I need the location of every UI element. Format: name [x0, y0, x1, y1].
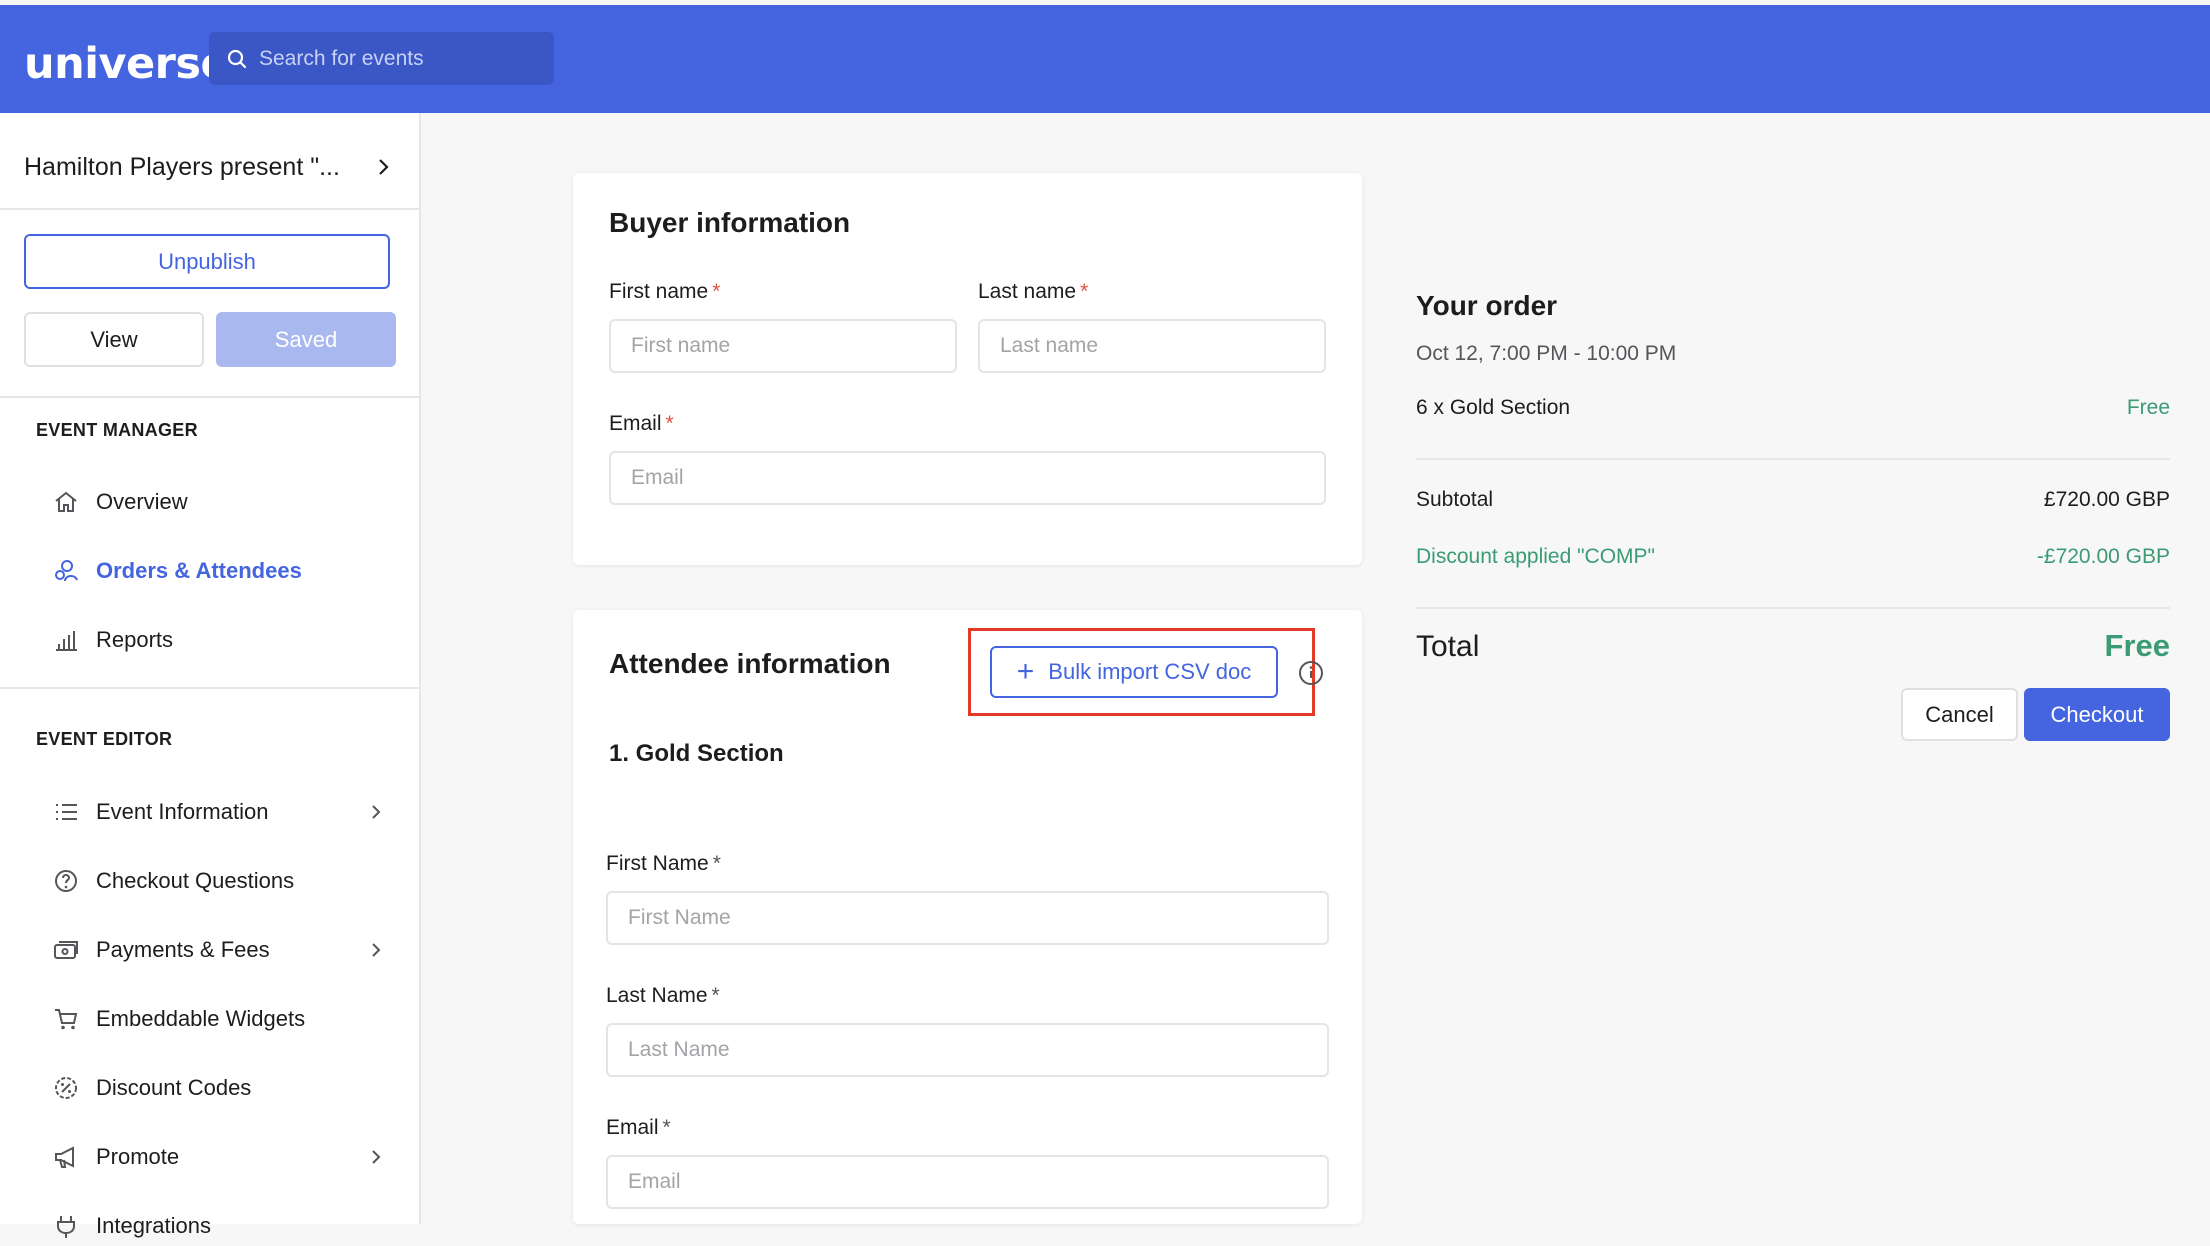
chevron-right-icon [372, 1150, 381, 1164]
chevron-right-icon [372, 943, 381, 957]
payment-icon [52, 936, 80, 964]
label-text: First Name [606, 852, 709, 875]
saved-button[interactable]: Saved [216, 312, 396, 367]
nav-item-label: Checkout Questions [96, 868, 295, 893]
divider [0, 687, 419, 689]
buyer-first-name-label: First name * [609, 280, 720, 304]
gold-section-title: 1. Gold Section [609, 740, 784, 767]
total-value: Free [2104, 628, 2170, 663]
nav-item-payments-fees[interactable]: Payments & Fees [52, 930, 392, 970]
view-button[interactable]: View [24, 312, 204, 367]
buyer-last-name-input[interactable] [978, 319, 1326, 373]
nav-item-overview[interactable]: Overview [52, 482, 392, 522]
top-bar: universe [0, 5, 2210, 113]
unpublish-button[interactable]: Unpublish [24, 234, 390, 289]
event-title-text: Hamilton Players present "... [24, 153, 340, 181]
buyer-first-name-input[interactable] [609, 319, 957, 373]
chevron-right-icon [379, 159, 389, 175]
total-label: Total [1416, 630, 1480, 663]
attendees-icon [52, 557, 80, 585]
nav-item-label: Integrations [96, 1213, 211, 1238]
search-input[interactable] [259, 32, 539, 85]
label-text: Email [609, 412, 662, 435]
required-mark: * [712, 852, 721, 875]
discount-icon [52, 1074, 80, 1102]
buyer-email-input[interactable] [609, 451, 1326, 505]
nav-item-label: Payments & Fees [96, 937, 270, 962]
divider [0, 396, 419, 398]
nav-item-label: Discount Codes [96, 1075, 252, 1100]
label-text: Last Name [606, 984, 708, 1007]
megaphone-icon [52, 1143, 80, 1171]
bulk-import-csv-button[interactable]: + Bulk import CSV doc [990, 646, 1278, 698]
order-item-row: 6 x Gold Section Free [1416, 396, 2170, 420]
plug-icon [52, 1212, 80, 1240]
required-mark: * [712, 280, 721, 303]
nav-item-checkout-questions[interactable]: Checkout Questions [52, 861, 392, 901]
label-text: Last name [978, 280, 1077, 303]
list-icon [52, 798, 80, 826]
required-mark: * [662, 1116, 671, 1139]
buyer-information-card: Buyer information First name* Last name*… [573, 173, 1362, 565]
buyer-email-label: Email * [609, 412, 674, 436]
nav-item-discount-codes[interactable]: Discount Codes [52, 1068, 392, 1108]
nav-item-embeddable-widgets[interactable]: Embeddable Widgets [52, 999, 392, 1039]
attendee-first-name-label: First Name * [606, 852, 721, 876]
event-title-link[interactable]: Hamilton Players present "... [24, 153, 394, 182]
universe-logo[interactable]: universe [24, 39, 230, 89]
home-icon [52, 488, 80, 516]
event-editor-heading: EVENT EDITOR [36, 729, 173, 749]
your-order-title: Your order [1416, 290, 1558, 321]
nav-item-label: Overview [96, 489, 188, 514]
label-text: First name [609, 280, 709, 303]
subtotal-label: Subtotal [1416, 488, 1494, 511]
bar-chart-icon [52, 626, 80, 654]
divider [1416, 458, 2170, 460]
attendee-last-name-label: Last Name * [606, 984, 720, 1008]
discount-row: Discount applied "COMP" -£720.00 GBP [1416, 545, 2170, 569]
nav-item-promote[interactable]: Promote [52, 1137, 392, 1177]
nav-item-integrations[interactable]: Integrations [52, 1206, 392, 1246]
nav-item-label: Event Information [96, 799, 269, 824]
question-icon [52, 867, 80, 895]
cancel-button[interactable]: Cancel [1901, 688, 2018, 741]
subtotal-value: £720.00 GBP [2043, 488, 2170, 511]
attendee-first-name-input[interactable] [606, 891, 1329, 945]
order-date: Oct 12, 7:00 PM - 10:00 PM [1416, 342, 1677, 365]
search-icon [227, 49, 247, 69]
discount-value: -£720.00 GBP [2036, 545, 2170, 568]
buyer-information-title: Buyer information [609, 207, 851, 238]
event-manager-heading: EVENT MANAGER [36, 420, 198, 440]
subtotal-row: Subtotal £720.00 GBP [1416, 488, 2170, 512]
discount-label: Discount applied "COMP" [1416, 545, 1656, 568]
attendee-email-input[interactable] [606, 1155, 1329, 1209]
search-box[interactable] [209, 32, 554, 85]
nav-item-label: Reports [96, 627, 174, 652]
required-mark: * [1080, 280, 1089, 303]
bulk-import-label: Bulk import CSV doc [1048, 659, 1252, 684]
chevron-right-icon [372, 805, 381, 819]
attendee-last-name-input[interactable] [606, 1023, 1329, 1077]
required-mark: * [665, 412, 674, 435]
plus-icon: + [1016, 655, 1035, 688]
order-item-price: Free [2126, 396, 2170, 419]
attendee-email-label: Email * [606, 1116, 671, 1140]
nav-item-label: Promote [96, 1144, 180, 1169]
buyer-last-name-label: Last name * [978, 280, 1088, 304]
attendee-information-title: Attendee information [609, 648, 891, 679]
nav-item-event-information[interactable]: Event Information [52, 792, 392, 832]
label-text: Email [606, 1116, 659, 1139]
cart-icon [52, 1005, 80, 1033]
checkout-button[interactable]: Checkout [2024, 688, 2170, 741]
required-mark: * [711, 984, 720, 1007]
nav-item-label: Orders & Attendees [96, 558, 302, 583]
divider [1416, 607, 2170, 609]
divider [0, 208, 419, 210]
sidebar: Hamilton Players present "... Unpublish … [0, 113, 421, 1238]
nav-item-label: Embeddable Widgets [96, 1006, 306, 1031]
info-icon[interactable] [1298, 660, 1324, 686]
nav-item-reports[interactable]: Reports [52, 620, 392, 660]
order-item-label: 6 x Gold Section [1416, 396, 1571, 419]
nav-item-orders-attendees[interactable]: Orders & Attendees [52, 551, 392, 591]
